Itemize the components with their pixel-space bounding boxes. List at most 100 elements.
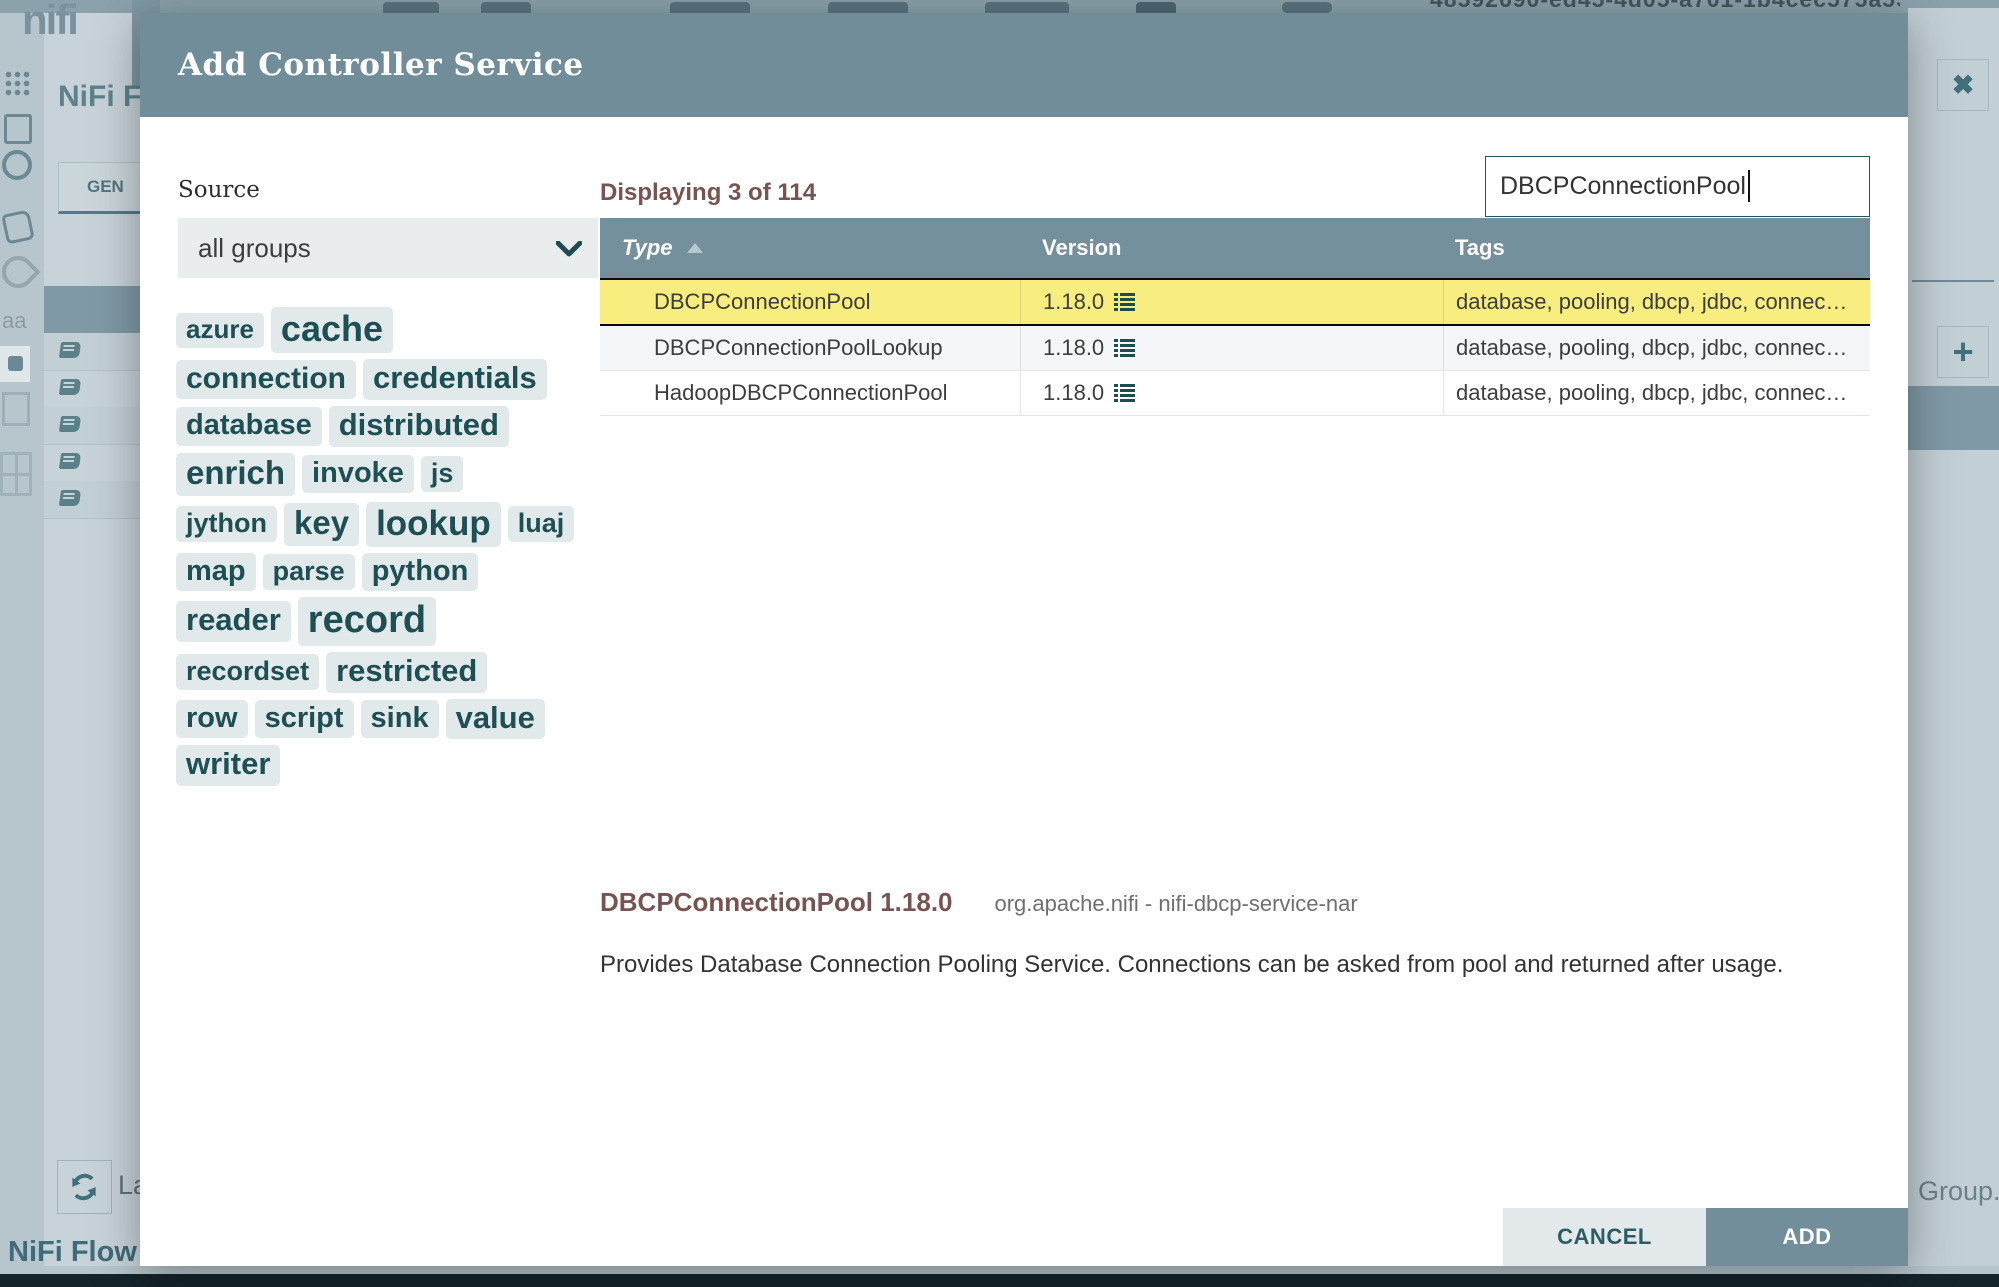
selected-service-detail: DBCPConnectionPool 1.18.0 org.apache.nif… (600, 887, 1358, 918)
background-add-button: + (1937, 326, 1989, 378)
cell-type: DBCPConnectionPoolLookup (654, 335, 943, 360)
chevron-down-icon (556, 241, 582, 257)
tag-row: jython key lookup luaj (176, 501, 616, 547)
component-palette-icon (0, 346, 30, 382)
book-icon (58, 490, 82, 506)
selected-service-description: Provides Database Connection Pooling Ser… (600, 951, 1784, 978)
drag-dots-icon (4, 70, 30, 96)
tag-row: map parse python (176, 552, 616, 592)
background-service-row (44, 370, 140, 408)
table-row-dbcpconnectionpool[interactable]: DBCPConnectionPool 1.18.0 database, pool… (600, 278, 1870, 326)
tag-chip-value[interactable]: value (445, 698, 545, 740)
breadcrumb: NiFi Flow (8, 1236, 137, 1268)
column-header-type[interactable]: Type (600, 235, 1020, 261)
text-caret (1747, 170, 1750, 202)
tag-chip-cache[interactable]: cache (270, 307, 393, 354)
tag-chip-recordset[interactable]: recordset (176, 654, 320, 691)
remote-process-group-icon (985, 2, 1069, 13)
book-icon (58, 379, 82, 395)
tag-chip-row[interactable]: row (176, 699, 248, 739)
selected-service-bundle: org.apache.nifi - nifi-dbcp-service-nar (994, 891, 1358, 916)
tag-chip-map[interactable]: map (176, 552, 256, 592)
sort-ascending-icon (686, 243, 703, 253)
tag-row: row script sink value (176, 698, 616, 740)
column-header-tags[interactable]: Tags (1443, 235, 1870, 261)
funnel-icon (1136, 2, 1176, 13)
dialog-title: Add Controller Service (178, 47, 584, 83)
tag-row: recordset restricted (176, 651, 616, 693)
version-list-icon[interactable] (1114, 338, 1136, 358)
tag-chip-js[interactable]: js (420, 456, 464, 493)
cell-type: HadoopDBCPConnectionPool (654, 380, 948, 405)
book-icon (58, 416, 82, 432)
navigate-icon (2, 150, 32, 180)
font-size-label: aa (2, 308, 27, 333)
tag-chip-restricted[interactable]: restricted (326, 651, 488, 693)
tag-chip-enrich[interactable]: enrich (176, 452, 296, 496)
group-text-fragment: Group. (1918, 1176, 1999, 1206)
droplet-icon (0, 249, 41, 295)
cancel-button[interactable]: CANCEL (1503, 1208, 1706, 1266)
tag-chip-key[interactable]: key (284, 502, 360, 546)
cell-version: 1.18.0 (1020, 371, 1443, 415)
service-type-table: Type Version Tags DBCPConnectionPool 1.1… (600, 218, 1870, 416)
add-button[interactable]: ADD (1706, 1208, 1908, 1266)
output-port-icon (670, 2, 750, 13)
dialog-header: Add Controller Service (140, 13, 1908, 117)
version-list-icon[interactable] (1114, 292, 1136, 312)
table-row-dbcpconnectionpoollookup[interactable]: DBCPConnectionPoolLookup 1.18.0 database… (600, 326, 1870, 371)
tag-chip-reader[interactable]: reader (176, 601, 291, 642)
tag-chip-azure[interactable]: azure (176, 312, 264, 348)
tag-chip-jython[interactable]: jython (176, 506, 277, 543)
tag-chip-distributed[interactable]: distributed (328, 406, 509, 447)
tag-chip-luaj[interactable]: luaj (507, 506, 575, 543)
source-selected-value: all groups (198, 233, 311, 263)
column-header-version[interactable]: Version (1020, 235, 1443, 261)
cell-version: 1.18.0 (1020, 326, 1443, 370)
tag-chip-python[interactable]: python (361, 552, 479, 592)
filter-input[interactable]: DBCPConnectionPool (1485, 156, 1870, 217)
background-settings-dialog-right (1908, 8, 1999, 1266)
tag-chip-parse[interactable]: parse (262, 554, 355, 591)
tag-row: database distributed (176, 406, 616, 447)
background-uuid: 48592690-ed45-4d05-a701-1b4cec575a55 (1430, 0, 1900, 13)
background-service-row (44, 481, 140, 519)
selected-service-title: DBCPConnectionPool 1.18.0 (600, 887, 953, 917)
divider (1912, 280, 1994, 282)
refresh-button (57, 1160, 112, 1214)
background-service-row (44, 333, 140, 371)
filter-value: DBCPConnectionPool (1500, 172, 1746, 200)
tag-chip-connection[interactable]: connection (176, 359, 357, 400)
background-service-row (44, 444, 140, 482)
tag-row: azure cache (176, 307, 616, 354)
cell-tags: database, pooling, dbcp, jdbc, connec… (1443, 326, 1870, 370)
add-controller-service-dialog: Add Controller Service Source all groups… (140, 13, 1908, 1266)
tag-chip-script[interactable]: script (254, 699, 354, 739)
cell-tags: database, pooling, dbcp, jdbc, connec… (1443, 280, 1870, 324)
nifi-logo: nifi (22, 0, 79, 43)
background-header-block (1908, 386, 1999, 450)
tag-row: writer (176, 745, 616, 787)
table-row-hadoopdbcpconnectionpool[interactable]: HadoopDBCPConnectionPool 1.18.0 database… (600, 371, 1870, 416)
tag-chip-invoke[interactable]: invoke (302, 454, 414, 494)
refresh-icon (72, 1173, 96, 1201)
tag-chip-credentials[interactable]: credentials (363, 359, 547, 401)
background-settings-title: NiFi F (58, 80, 140, 113)
tag-chip-record[interactable]: record (297, 597, 437, 646)
tag-chip-database[interactable]: database (176, 407, 322, 446)
grid-icon (0, 452, 32, 496)
nifi-screen: 48592690-ed45-4d05-a701-1b4cec575a55 nif… (0, 0, 1999, 1287)
select-icon (4, 114, 32, 144)
book-icon (58, 342, 82, 358)
pan-hand-icon (1, 209, 35, 245)
tag-row: connection credentials (176, 359, 616, 401)
cell-version: 1.18.0 (1020, 280, 1443, 324)
source-group-select[interactable]: all groups (178, 218, 598, 278)
tag-chip-writer[interactable]: writer (176, 745, 281, 787)
tag-chip-sink[interactable]: sink (360, 699, 439, 739)
results-summary: Displaying 3 of 114 (600, 179, 817, 206)
source-label: Source (178, 177, 260, 203)
tag-chip-lookup[interactable]: lookup (366, 501, 501, 547)
book-icon (58, 453, 82, 469)
version-list-icon[interactable] (1114, 383, 1136, 403)
